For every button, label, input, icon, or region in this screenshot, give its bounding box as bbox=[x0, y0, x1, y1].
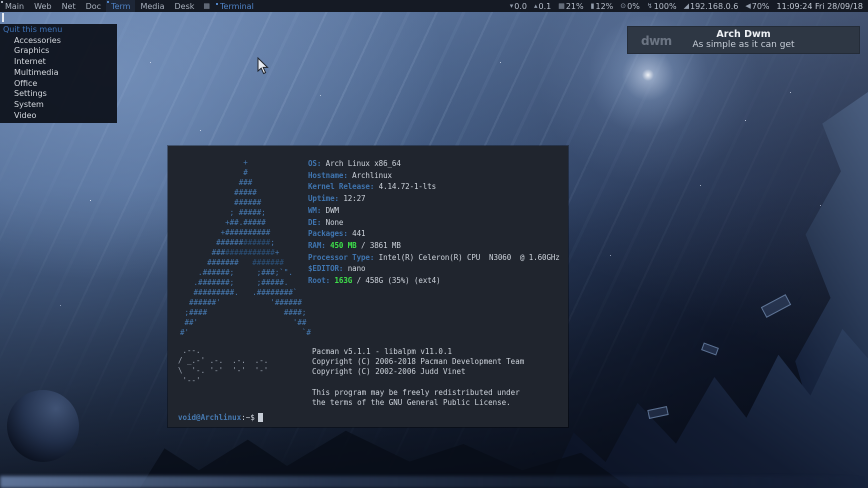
menu-item-system[interactable]: System bbox=[0, 100, 117, 111]
pacman-ascii-art: .--. / _.-' .-. .-. .-. \ '-. '-' '-' '-… bbox=[178, 346, 269, 385]
prompt-suffix: :~$ bbox=[241, 413, 255, 422]
network-ip-icon: ◢ bbox=[683, 2, 689, 10]
tag-term[interactable]: Term bbox=[106, 0, 136, 12]
wallpaper-ice-shard bbox=[760, 294, 792, 318]
tag-main[interactable]: Main bbox=[0, 0, 29, 12]
fetch-info-row: Processor Type: Intel(R) Celeron(R) CPU … bbox=[308, 252, 560, 262]
fetch-info-row: Uptime: 12:27 bbox=[308, 194, 366, 204]
menu-item-office[interactable]: Office bbox=[0, 79, 117, 90]
fetch-info: OS: Arch Linux x86_64 Hostname: Archlinux… bbox=[308, 158, 560, 287]
status-power: ↯ 100% bbox=[647, 2, 677, 11]
menu-items: Accessories Graphics Internet Multimedia Off… bbox=[0, 36, 117, 122]
fetch-info-row: $EDITOR: nano bbox=[308, 264, 366, 274]
tag-media[interactable]: Media bbox=[135, 0, 169, 12]
status-memory-value: 12% bbox=[595, 1, 614, 11]
mouse-cursor bbox=[257, 57, 269, 75]
status-net-up: ▴ 0.1 bbox=[534, 2, 551, 11]
status-power-value: 100% bbox=[653, 1, 677, 11]
fetch-info-row: Root: 163G / 458G (35%) (ext4) bbox=[308, 276, 441, 286]
status-cpu: ▦ 21% bbox=[558, 2, 583, 11]
fetch-info-row: WM: DWM bbox=[308, 205, 339, 215]
wallpaper-bottom-glow bbox=[0, 476, 868, 488]
tag-web[interactable]: Web bbox=[29, 0, 56, 12]
terminal-window[interactable]: + # ### ##### ###### ; #####; +##.##### … bbox=[168, 146, 568, 427]
menu-item-settings[interactable]: Settings bbox=[0, 89, 117, 100]
status-area: ▾ 0.0 ▴ 0.1 ▦ 21% ▮ 12% ⊙ 0% ↯ 100% ◢ 192.168.0.6 ◀ 70%… bbox=[510, 2, 868, 11]
status-network-ip-value: 192.168.0.6 bbox=[689, 1, 739, 11]
cpu-icon: ▦ bbox=[558, 2, 565, 10]
fetch-info-row: Packages: 441 bbox=[308, 229, 366, 239]
arch-dwm-banner[interactable]: dwm Arch Dwm As simple as it can get bbox=[627, 26, 860, 54]
status-network-ip: ◢ 192.168.0.6 bbox=[684, 2, 739, 11]
tag-doc[interactable]: Doc bbox=[81, 0, 106, 12]
status-cpu-value: 21% bbox=[565, 1, 584, 11]
wallpaper-planet bbox=[7, 390, 79, 462]
desktop: Main Web Net Doc Term Media Desk ▦ Terminal ▾ 0… bbox=[0, 0, 868, 488]
swap-icon: ⊙ bbox=[620, 2, 627, 10]
wallpaper-mountains-bottom-right bbox=[548, 328, 868, 488]
menu-text-caret bbox=[2, 13, 4, 22]
terminal-cursor bbox=[257, 413, 263, 422]
fetch-info-row: Hostname: Archlinux bbox=[308, 170, 392, 180]
tag-list: Main Web Net Doc Term Media Desk bbox=[0, 0, 199, 12]
clock: 11:09:24 Fri 28/09/18 bbox=[776, 1, 863, 11]
fetch-info-row: DE: None bbox=[308, 217, 344, 227]
wallpaper-ice-shard bbox=[647, 406, 669, 419]
status-volume: ◀ 70% bbox=[745, 2, 769, 11]
layout-grid-icon[interactable]: ▦ bbox=[199, 2, 214, 10]
status-volume-value: 70% bbox=[751, 1, 770, 11]
pacman-version-text: Pacman v5.1.1 - libalpm v11.0.1 Copyrigh… bbox=[312, 347, 525, 408]
fetch-info-row: RAM: 450 MB / 3861 MB bbox=[308, 240, 401, 250]
memory-icon: ▮ bbox=[590, 2, 595, 10]
menu-item-accessories[interactable]: Accessories bbox=[0, 36, 117, 47]
status-swap-value: 0% bbox=[627, 1, 640, 11]
shell-prompt[interactable]: void@Archlinux:~$ bbox=[178, 413, 263, 422]
arch-ascii-art: + # ### ##### ###### ; #####; +##.##### … bbox=[180, 158, 311, 337]
wallpaper-ice-shard bbox=[701, 342, 719, 356]
menu-item-video[interactable]: Video bbox=[0, 111, 117, 122]
menu-item-internet[interactable]: Internet bbox=[0, 57, 117, 68]
net-up-icon: ▴ bbox=[533, 2, 538, 10]
net-down-icon: ▾ bbox=[509, 2, 514, 10]
menu-item-quit[interactable]: Quit this menu bbox=[0, 25, 117, 36]
fetch-info-row: OS: Arch Linux x86_64 bbox=[308, 159, 401, 168]
dwm-status-bar: Main Web Net Doc Term Media Desk ▦ Terminal ▾ 0… bbox=[0, 0, 868, 12]
tag-net[interactable]: Net bbox=[57, 0, 81, 12]
status-net-up-value: 0.1 bbox=[538, 1, 552, 11]
dwm-logo: dwm bbox=[641, 34, 672, 48]
status-net-down-value: 0.0 bbox=[514, 1, 527, 11]
fetch-info-row: Kernel Release: 4.14.72-1-lts bbox=[308, 182, 437, 192]
dropdown-menu: Quit this menu Accessories Graphics Intern… bbox=[0, 24, 117, 124]
power-icon: ↯ bbox=[646, 2, 653, 10]
status-net-down: ▾ 0.0 bbox=[510, 2, 527, 11]
volume-icon: ◀ bbox=[745, 2, 751, 10]
menu-item-multimedia[interactable]: Multimedia bbox=[0, 68, 117, 79]
focused-window-title: Terminal bbox=[214, 2, 258, 11]
status-memory: ▮ 12% bbox=[591, 2, 614, 11]
prompt-user-host: void@Archlinux bbox=[178, 413, 242, 422]
wallpaper-ice-cliff-right bbox=[786, 92, 868, 488]
menu-item-graphics[interactable]: Graphics bbox=[0, 46, 117, 57]
status-swap: ⊙ 0% bbox=[620, 2, 640, 11]
tag-desk[interactable]: Desk bbox=[169, 0, 199, 12]
